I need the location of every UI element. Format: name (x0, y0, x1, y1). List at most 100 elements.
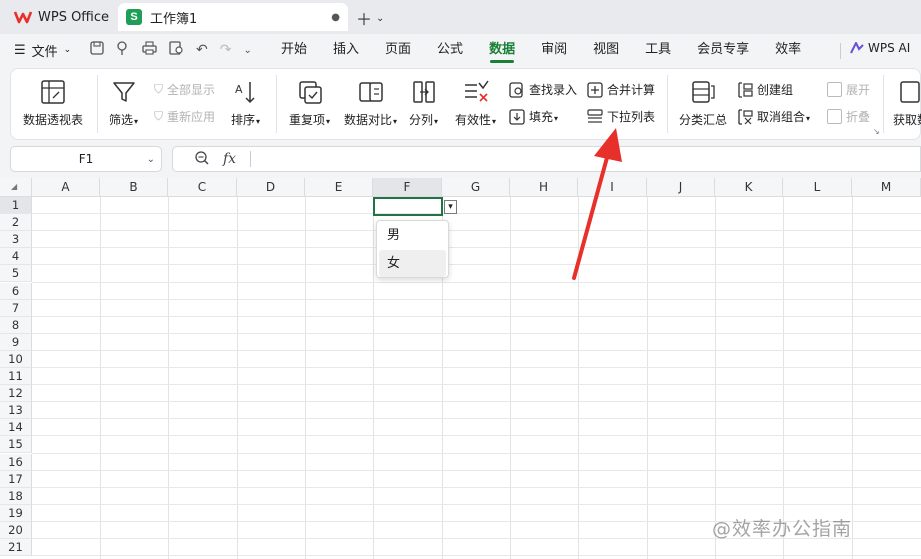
row-header-2[interactable]: 2 (0, 214, 32, 232)
chevron-down-icon: ⌄ (376, 12, 385, 24)
column-header-l[interactable]: L (783, 178, 852, 197)
get-data-button[interactable]: 获取数 (893, 79, 921, 128)
split-column-icon (412, 81, 435, 103)
tab-home[interactable]: 开始 (268, 34, 320, 66)
show-all-button[interactable]: ⛉ 全部显示 (154, 81, 215, 98)
row-header-12[interactable]: 12 (0, 385, 32, 403)
column-header-b[interactable]: B (100, 178, 168, 197)
row-header-19[interactable]: 19 (0, 504, 32, 522)
fx-icon[interactable]: fx (223, 151, 236, 167)
tab-page[interactable]: 页面 (372, 34, 424, 66)
column-header-c[interactable]: C (168, 178, 237, 197)
app-title: WPS Office (38, 9, 110, 25)
column-header-j[interactable]: J (647, 178, 715, 197)
tab-tools[interactable]: 工具 (632, 34, 684, 66)
gridline-horizontal (32, 332, 921, 334)
zoom-icon[interactable] (195, 150, 209, 168)
row-header-1[interactable]: 1 (0, 197, 32, 214)
row-header-8[interactable]: 8 (0, 316, 32, 334)
subtotal-button[interactable]: 分类汇总 (679, 79, 727, 128)
row-header-9[interactable]: 9 (0, 333, 32, 351)
tab-formula[interactable]: 公式 (424, 34, 476, 66)
redo-icon[interactable]: ↷ (220, 42, 232, 58)
column-header-a[interactable]: A (32, 178, 100, 197)
column-header-g[interactable]: G (442, 178, 510, 197)
dropdown-list-button[interactable]: 下拉列表 (587, 108, 655, 125)
tab-data[interactable]: 数据 (476, 34, 528, 66)
row-header-14[interactable]: 14 (0, 419, 32, 437)
unsaved-dot-icon[interactable]: ● (331, 12, 340, 23)
row-header-6[interactable]: 6 (0, 282, 32, 300)
create-group-button[interactable]: 创建组 (737, 81, 793, 98)
ungroup-button[interactable]: 取消组合▾ (737, 108, 810, 125)
dropdown-option[interactable]: 男 (379, 222, 446, 249)
formula-input[interactable]: fx (172, 146, 921, 172)
consolidate-button[interactable]: 合并计算 (587, 81, 655, 98)
new-tab-button[interactable]: ＋ ⌄ (356, 6, 384, 30)
split-column-button[interactable]: 分列▾ (409, 79, 438, 128)
row-header-3[interactable]: 3 (0, 231, 32, 249)
tab-member[interactable]: 会员专享 (684, 34, 762, 66)
sort-label: 排序 (231, 113, 256, 127)
workbook-tab[interactable]: S 工作簿1 ● (118, 3, 348, 31)
print-preview-icon[interactable] (169, 41, 184, 59)
dropdown-list-icon (587, 108, 603, 123)
row-header-11[interactable]: 11 (0, 368, 32, 385)
column-header-f[interactable]: F (373, 178, 442, 197)
row-header-10[interactable]: 10 (0, 350, 32, 368)
gridline-horizontal (32, 452, 921, 454)
reapply-button[interactable]: ⛉ 重新应用 (154, 108, 215, 125)
row-header-15[interactable]: 15 (0, 436, 32, 454)
column-header-k[interactable]: K (715, 178, 783, 197)
select-all-corner[interactable]: ◢ (0, 178, 32, 197)
filter-button[interactable]: 筛选▾ (109, 79, 138, 128)
cell-dropdown-button[interactable]: ▾ (444, 200, 457, 214)
duplicates-button[interactable]: 重复项▾ (289, 79, 330, 128)
export-icon[interactable] (116, 41, 130, 59)
row-header-7[interactable]: 7 (0, 299, 32, 317)
dialog-launcher-icon[interactable]: ↘ (873, 127, 880, 136)
lookup-entry-button[interactable]: 查找录入 (509, 81, 577, 98)
tab-efficiency[interactable]: 效率 (762, 34, 814, 66)
expand-button[interactable]: 展开 (827, 81, 870, 98)
chevron-down-icon[interactable]: ⌄ (147, 154, 155, 165)
column-header-e[interactable]: E (305, 178, 373, 197)
quick-access-toolbar: ↶ ↷ ⌄ (84, 41, 268, 59)
lookup-entry-label: 查找录入 (529, 83, 578, 97)
chevron-down-icon[interactable]: ⌄ (243, 45, 251, 56)
row-header-18[interactable]: 18 (0, 487, 32, 505)
active-cell-f1[interactable] (373, 197, 443, 216)
print-icon[interactable] (142, 41, 157, 59)
data-compare-button[interactable]: 数据对比▾ (344, 79, 397, 128)
tab-review[interactable]: 审阅 (528, 34, 580, 66)
fill-label: 填充 (529, 110, 554, 124)
dropdown-option[interactable]: 女 (379, 250, 446, 277)
tab-insert[interactable]: 插入 (320, 34, 372, 66)
name-box[interactable]: F1 ⌄ (10, 146, 162, 172)
fill-button[interactable]: 填充▾ (509, 108, 558, 125)
gridline-horizontal (32, 298, 921, 300)
watermark-text: @效率办公指南 (712, 518, 853, 540)
row-header-16[interactable]: 16 (0, 453, 32, 471)
validity-button[interactable]: 有效性▾ (455, 79, 496, 128)
row-header-4[interactable]: 4 (0, 248, 32, 266)
tab-view[interactable]: 视图 (580, 34, 632, 66)
wps-office-tab[interactable]: WPS Office (6, 4, 117, 30)
collapse-button[interactable]: 折叠 (827, 108, 870, 125)
consolidate-label: 合并计算 (607, 83, 656, 97)
row-header-5[interactable]: 5 (0, 265, 32, 283)
file-menu[interactable]: ☰ 文件 ⌄ (0, 41, 84, 60)
row-header-13[interactable]: 13 (0, 402, 32, 420)
spreadsheet-grid[interactable]: ◢ ABCDEFGHIJKLM 1 2 3 4 5 6 7 8 9 10 11 12 13 14 15 16 1… (0, 178, 921, 559)
wps-ai-button[interactable]: WPS AI (850, 41, 910, 55)
save-icon[interactable] (90, 41, 104, 59)
column-header-m[interactable]: M (852, 178, 921, 197)
undo-icon[interactable]: ↶ (196, 42, 208, 58)
row-header-20[interactable]: 20 (0, 521, 32, 539)
sort-button[interactable]: A 排序▾ (231, 79, 260, 128)
row-header-17[interactable]: 17 (0, 470, 32, 488)
pivot-table-button[interactable]: 数据透视表 (23, 79, 83, 128)
row-header-21[interactable]: 21 (0, 539, 32, 556)
column-header-d[interactable]: D (237, 178, 305, 197)
validity-icon (464, 80, 489, 102)
